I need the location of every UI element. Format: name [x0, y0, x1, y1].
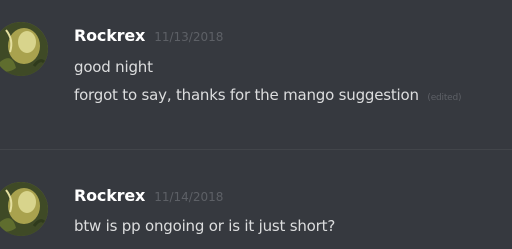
message-line: good night — [74, 58, 153, 76]
message-text: forgot to say, thanks for the mango sugg… — [74, 86, 419, 104]
username[interactable]: Rockrex — [74, 186, 145, 205]
timestamp[interactable]: 11/14/2018 — [154, 190, 223, 204]
message-divider — [0, 149, 512, 150]
user-avatar[interactable] — [0, 22, 48, 76]
message-line: forgot to say, thanks for the mango sugg… — [74, 86, 462, 104]
timestamp[interactable]: 11/13/2018 — [154, 30, 223, 44]
message-line: btw is pp ongoing or is it just short? — [74, 217, 335, 235]
chat-messages-pane: Rockrex 11/13/2018 good night forgot to … — [0, 0, 512, 249]
user-avatar[interactable] — [0, 182, 48, 236]
message-text: btw is pp ongoing or is it just short? — [74, 217, 336, 235]
username[interactable]: Rockrex — [74, 26, 145, 45]
message-header: Rockrex 11/13/2018 — [74, 26, 223, 50]
message-text: good night — [74, 58, 153, 76]
avatar-image-icon — [0, 22, 48, 76]
edited-label: (edited) — [427, 93, 462, 103]
avatar-image-icon — [0, 182, 48, 236]
message-header: Rockrex 11/14/2018 — [74, 186, 223, 210]
